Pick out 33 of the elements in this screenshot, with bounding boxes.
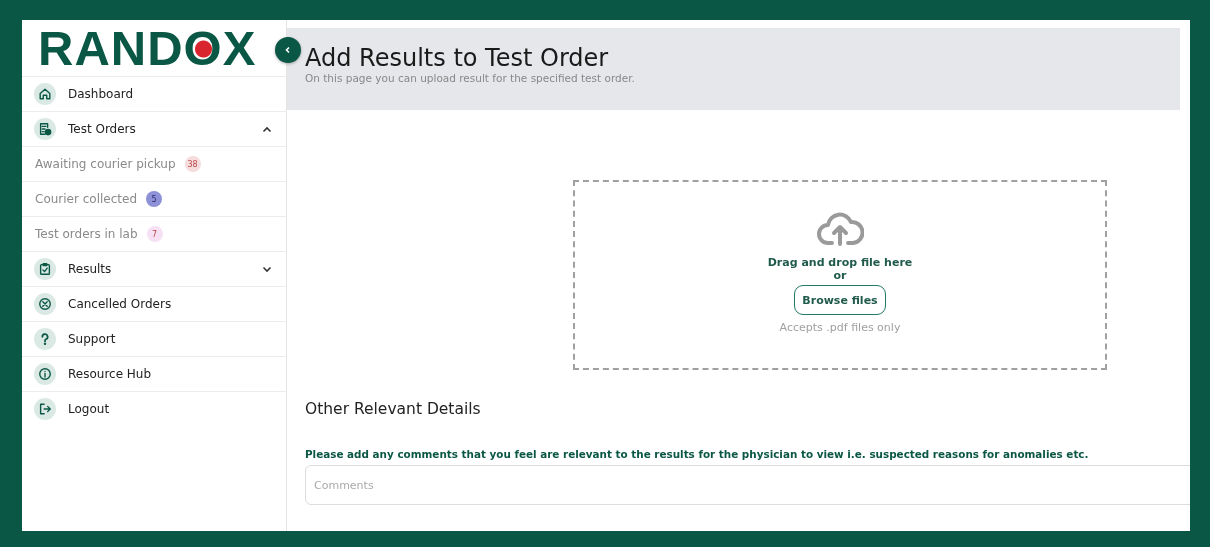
- page-title: Add Results to Test Order: [305, 44, 610, 72]
- circle-x-icon: [34, 293, 56, 315]
- chevron-left-icon: [284, 46, 292, 54]
- drop-prompt: Drag and drop file here: [767, 256, 913, 269]
- sidebar-item[interactable]: Resource Hub: [22, 356, 286, 391]
- page-subtitle: On this page you can upload result for the specified test order.: [305, 72, 636, 84]
- sidebar-item[interactable]: Dashboard: [22, 76, 286, 111]
- sidebar-subitem[interactable]: Awaiting courier pickup: [35, 157, 176, 171]
- comments-field[interactable]: Comments: [305, 465, 1190, 505]
- count-badge: 7: [146, 226, 163, 242]
- question-mark-icon: [34, 328, 56, 350]
- logout-icon: [34, 398, 56, 420]
- browse-files-button[interactable]: Browse files: [794, 285, 886, 315]
- sidebar-item[interactable]: Cancelled Orders: [22, 286, 286, 321]
- document-check-icon: [34, 118, 56, 140]
- or-label: or: [833, 269, 847, 282]
- sidebar-subitem[interactable]: Courier collected: [35, 192, 138, 206]
- sidebar-subitem[interactable]: Test orders in lab: [35, 227, 138, 241]
- clipboard-check-icon: [34, 258, 56, 280]
- comments-instruction: Please add any comments that you feel are relevant to the results for the physician to view i.e. suspected reasons for anomalies etc.: [305, 448, 1090, 460]
- sidebar-item[interactable]: Results: [22, 251, 286, 286]
- count-badge: 5: [146, 191, 163, 207]
- cloud-upload-icon: [816, 212, 864, 246]
- sidebar-item[interactable]: Logout: [22, 391, 286, 426]
- section-heading: Other Relevant Details: [305, 400, 482, 418]
- count-badge: 38: [184, 156, 201, 172]
- file-drop-zone[interactable]: Drag and drop file here or Browse files Accepts .pdf files only: [573, 180, 1107, 370]
- home-icon: [34, 83, 56, 105]
- info-icon: [34, 363, 56, 385]
- sidebar-item[interactable]: Test Orders: [22, 111, 286, 146]
- file-type-hint: Accepts .pdf files only: [779, 321, 901, 334]
- sidebar-item[interactable]: Support: [22, 321, 286, 356]
- collapse-sidebar-button[interactable]: [275, 37, 301, 63]
